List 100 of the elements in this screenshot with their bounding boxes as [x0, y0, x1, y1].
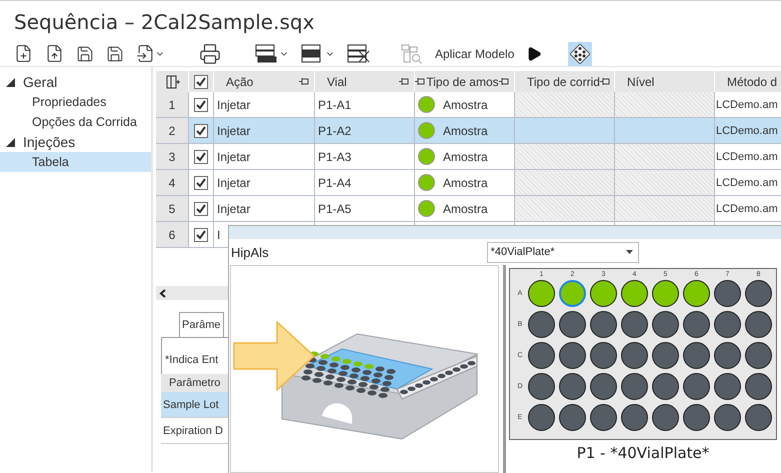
column-header[interactable]: Nível [615, 71, 715, 92]
plate-select[interactable]: *40VialPlate* [486, 242, 639, 262]
arrow-icon [233, 321, 315, 391]
vial-well[interactable] [652, 404, 679, 431]
table-cell: Amostra [443, 124, 488, 138]
vial-well[interactable] [621, 342, 648, 369]
scroll-left-icon[interactable] [159, 288, 166, 298]
vial-well[interactable] [683, 311, 710, 338]
check-all-header[interactable] [189, 71, 214, 92]
row-number: 2 [156, 118, 189, 144]
table-cell: Injetar [214, 144, 315, 170]
pin-icon[interactable] [600, 77, 611, 86]
vial-well[interactable] [652, 280, 679, 307]
vial-well[interactable] [559, 373, 586, 400]
row-number: 5 [156, 196, 189, 222]
checkbox[interactable] [194, 74, 208, 88]
row-options-header[interactable] [156, 71, 189, 92]
tree-item[interactable]: Propriedades [0, 92, 151, 112]
import-file-icon[interactable] [136, 44, 155, 63]
expand-triangle-icon[interactable] [6, 78, 15, 86]
table-cell: Injetar [214, 196, 315, 222]
vial-well[interactable] [745, 280, 772, 307]
vial-well[interactable] [590, 404, 617, 431]
column-header[interactable]: Método d [715, 71, 781, 92]
vial-well[interactable] [714, 280, 741, 307]
vial-well[interactable] [621, 280, 648, 307]
vial-well[interactable] [528, 342, 555, 369]
vial-well[interactable] [652, 311, 679, 338]
pin-icon[interactable] [299, 77, 310, 86]
tree-group[interactable]: Injeções [23, 134, 76, 150]
row-number: 3 [156, 144, 189, 170]
column-title: Vial [327, 74, 347, 88]
pin-icon[interactable] [415, 77, 426, 86]
checkbox[interactable] [194, 150, 208, 164]
vial-well[interactable] [528, 280, 555, 307]
checkbox[interactable] [194, 124, 208, 138]
vial-well[interactable] [528, 311, 555, 338]
checkbox[interactable] [194, 228, 208, 242]
vial-well[interactable] [559, 404, 586, 431]
column-title: Nível [627, 74, 654, 88]
vial-well[interactable] [528, 373, 555, 400]
column-header[interactable]: Ação [214, 71, 315, 92]
vial-well[interactable] [683, 373, 710, 400]
checkbox[interactable] [194, 176, 208, 190]
pin-icon[interactable] [498, 77, 510, 86]
vial-well[interactable] [714, 311, 741, 338]
plate-caption: P1 - *40VialPlate* [576, 443, 710, 462]
table-cell: Injetar [214, 92, 315, 118]
vial-well[interactable] [559, 342, 586, 369]
vial-well[interactable] [652, 373, 679, 400]
tab[interactable]: Parâme [179, 312, 224, 337]
vial-well[interactable] [621, 311, 648, 338]
vial-well[interactable] [745, 373, 772, 400]
vial-well[interactable] [621, 373, 648, 400]
row-number: 4 [156, 170, 189, 196]
parameter-row[interactable]: Sample Lot [161, 392, 229, 418]
vial-well[interactable] [621, 404, 648, 431]
vial-well[interactable] [559, 311, 586, 338]
column-header[interactable]: Vial [315, 71, 415, 92]
tree-item[interactable]: Opções da Corrida [0, 112, 151, 132]
vial-well[interactable] [745, 311, 772, 338]
checkbox[interactable] [194, 202, 208, 216]
table-cell: LCDemo.am [715, 118, 781, 144]
row-number: 6 [156, 222, 189, 248]
column-chooser-icon[interactable] [166, 74, 180, 88]
dropdown-caret-icon[interactable] [626, 250, 633, 254]
column-header[interactable]: Tipo de amos [415, 71, 515, 92]
vial-well[interactable] [590, 373, 617, 400]
table-cell: P1-A2 [315, 118, 415, 144]
vial-well[interactable] [714, 342, 741, 369]
vial-well[interactable] [683, 280, 710, 307]
column-header: Parâmetro [161, 374, 229, 392]
expand-triangle-icon[interactable] [6, 138, 15, 146]
column-title: Método d [727, 74, 778, 88]
table-cell: Injetar [214, 118, 315, 144]
insert-rows-icon[interactable] [255, 44, 279, 64]
window-title: Sequência – 2Cal2Sample.sqx [13, 9, 316, 36]
horizontal-scrollbar[interactable] [156, 286, 229, 300]
tree-item[interactable]: Tabela [0, 152, 151, 172]
apply-template-button[interactable]: Aplicar Modelo [433, 42, 516, 66]
vial-well[interactable] [683, 404, 710, 431]
vial-well[interactable] [745, 404, 772, 431]
vial-well[interactable] [590, 280, 617, 307]
table-cell: Amostra [443, 98, 488, 112]
column-header[interactable]: Tipo de corrid [515, 71, 615, 92]
checkbox[interactable] [194, 98, 208, 112]
play-icon[interactable] [526, 46, 542, 62]
vial-well[interactable] [714, 373, 741, 400]
column-title: Tipo de amos [426, 74, 499, 88]
vial-well[interactable] [745, 342, 772, 369]
vial-well[interactable] [652, 342, 679, 369]
vial-well[interactable] [528, 404, 555, 431]
vial-well[interactable] [714, 404, 741, 431]
pin-icon[interactable] [399, 77, 410, 86]
vial-well[interactable] [590, 311, 617, 338]
table-cell: P1-A5 [315, 196, 415, 222]
tree-group[interactable]: Geral [23, 74, 58, 90]
table-cell: Amostra [443, 176, 488, 190]
vial-well[interactable] [590, 342, 617, 369]
vial-well[interactable] [683, 342, 710, 369]
